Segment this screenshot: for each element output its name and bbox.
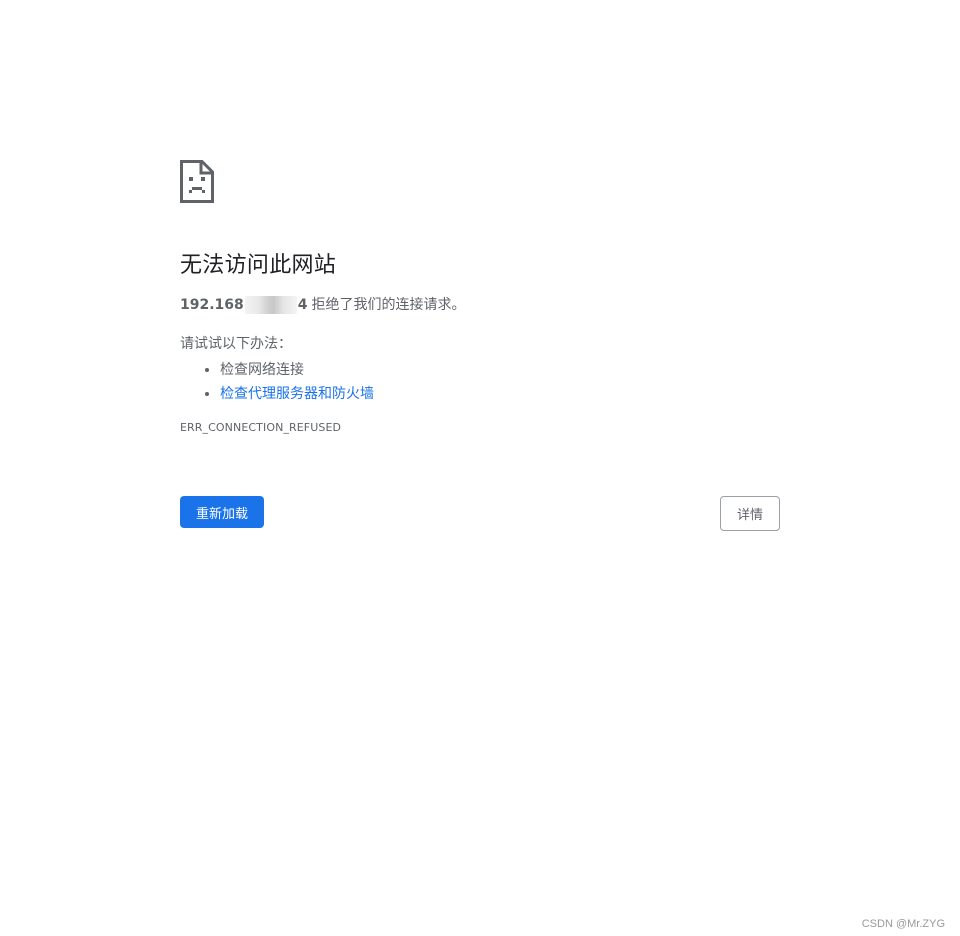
button-row: 重新加载 详情 — [180, 496, 780, 532]
host-address: 192.168 4 — [180, 295, 308, 315]
suggestions-list: 检查网络连接 检查代理服务器和防火墙 — [180, 358, 780, 406]
message-text: 拒绝了我们的连接请求。 — [311, 297, 466, 313]
details-button[interactable]: 详情 — [720, 496, 780, 531]
redacted-blur — [244, 296, 297, 314]
suggestion-link[interactable]: 检查代理服务器和防火墙 — [220, 386, 374, 402]
watermark: CSDN @Mr.ZYG — [861, 918, 945, 930]
suggestion-check-proxy-firewall[interactable]: 检查代理服务器和防火墙 — [220, 382, 780, 406]
suggestions-heading: 请试试以下办法： — [180, 336, 292, 352]
reload-button[interactable]: 重新加载 — [180, 496, 265, 528]
host-prefix: 192.168 — [180, 297, 244, 313]
error-content: 无法访问此网站 192.168 4 拒绝了我们的连接请求。 请试试以下办法： 检… — [180, 160, 780, 436]
error-page: 无法访问此网站 192.168 4 拒绝了我们的连接请求。 请试试以下办法： 检… — [0, 0, 960, 936]
sad-document-icon — [180, 160, 214, 203]
suggestion-label: 检查网络连接 — [220, 362, 304, 378]
error-message: 192.168 4 拒绝了我们的连接请求。 — [180, 295, 780, 315]
page-title: 无法访问此网站 — [180, 253, 337, 278]
suggestion-check-network: 检查网络连接 — [220, 358, 780, 382]
error-code: ERR_CONNECTION_REFUSED — [180, 421, 342, 434]
host-suffix: 4 — [297, 297, 308, 313]
